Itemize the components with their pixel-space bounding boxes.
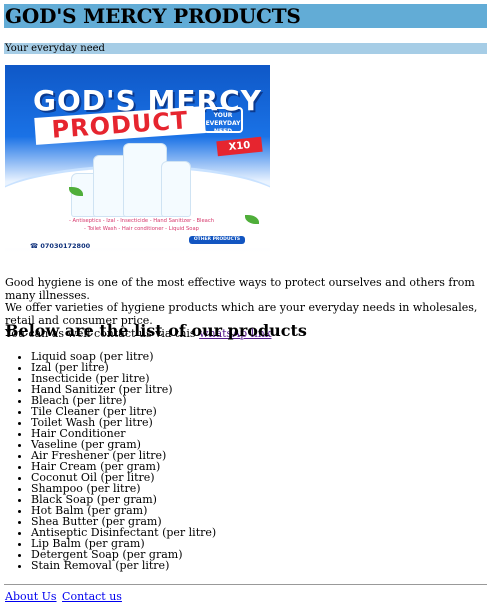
hero-image: GOD'S MERCY PRODUCT YOUR EVERYDAY NEED X… (5, 65, 270, 253)
hero-badge: YOUR EVERYDAY NEED (203, 107, 243, 135)
bottle-icon (161, 161, 191, 217)
footer: About Us Contact us (5, 590, 124, 604)
about-us-link[interactable]: About Us (5, 590, 57, 603)
intro-line-1: Good hygiene is one of the most effectiv… (5, 276, 475, 302)
hero-items-line1: - Antiseptics - Izal - Insecticide - Han… (69, 218, 214, 224)
contact-us-link[interactable]: Contact us (62, 590, 122, 603)
hero-phone-number: 07030172800 (40, 242, 91, 250)
hero-product-list: - Antiseptics - Izal - Insecticide - Han… (19, 217, 264, 233)
site-header: GOD'S MERCY PRODUCTS (4, 4, 487, 28)
tagline-bar: Your everyday need (4, 43, 487, 54)
hero-items-line2: - Toilet Wash - Hair conditioner - Liqui… (84, 226, 199, 232)
product-list: Liquid soap (per litre) Izal (per litre)… (5, 351, 216, 571)
site-title: GOD'S MERCY PRODUCTS (5, 4, 301, 28)
tagline-text: Your everyday need (5, 43, 105, 54)
hero-phone: ☎ 07030172800 (30, 242, 91, 250)
hero-other-products: OTHER PRODUCTS (189, 236, 245, 244)
hero-multiplier: X10 (216, 136, 263, 157)
list-item: Stain Removal (per litre) (31, 560, 216, 571)
footer-divider (4, 584, 487, 585)
products-heading: Below are the list of our products (5, 321, 307, 340)
phone-icon: ☎ (30, 242, 39, 250)
